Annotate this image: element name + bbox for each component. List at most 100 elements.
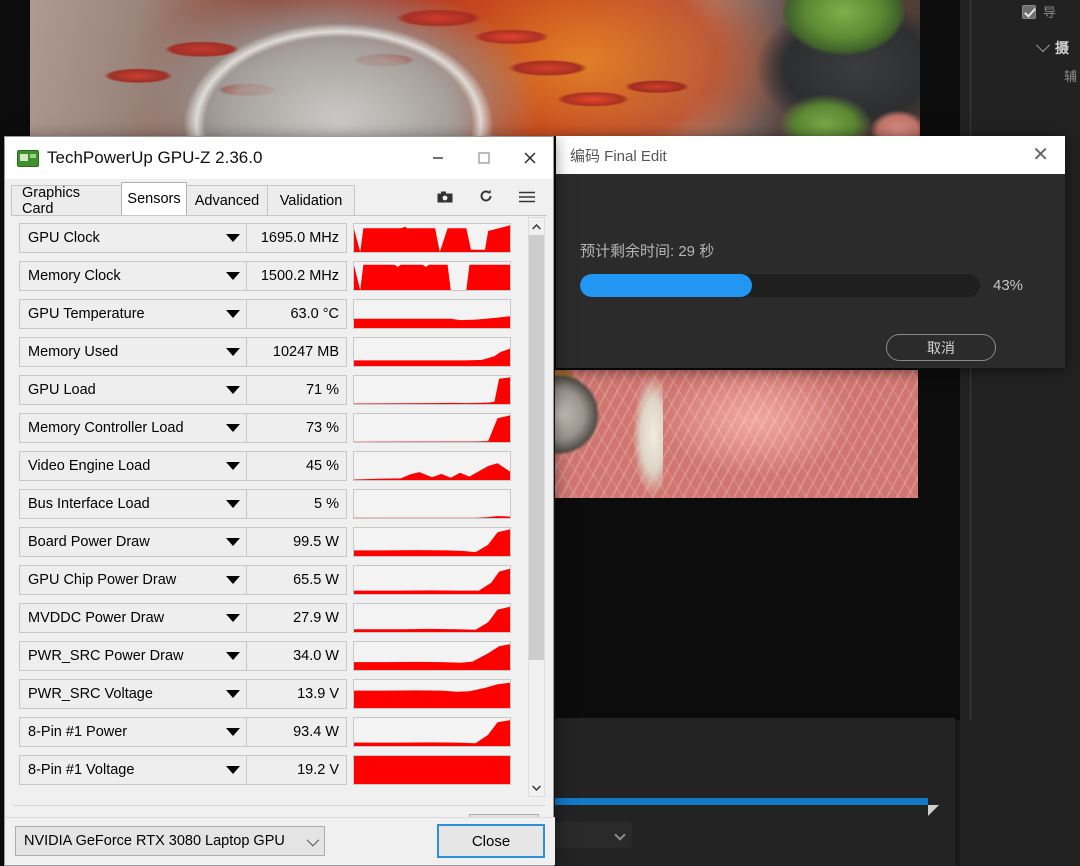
sensor-value: 34.0 W bbox=[247, 641, 347, 671]
sensor-value: 65.5 W bbox=[247, 565, 347, 595]
sensor-name-select[interactable]: Memory Clock bbox=[19, 261, 247, 291]
gpuz-titlebar: TechPowerUp GPU-Z 2.36.0 bbox=[5, 137, 553, 179]
sensor-value: 73 % bbox=[247, 413, 347, 443]
sensor-sparkline bbox=[353, 641, 511, 671]
tab-validation[interactable]: Validation bbox=[267, 185, 355, 215]
sensor-name-select[interactable]: GPU Chip Power Draw bbox=[19, 565, 247, 595]
sidebar-checkbox-export[interactable]: 导 bbox=[1022, 2, 1056, 21]
estimated-time-label: 预计剩余时间: 29 秒 bbox=[580, 243, 715, 260]
scroll-up-icon[interactable] bbox=[529, 218, 544, 235]
gpuz-tabbar: Graphics Card Sensors Advanced Validation bbox=[11, 182, 553, 217]
tab-label: Sensors bbox=[127, 191, 181, 207]
sensor-name-select[interactable]: MVDDC Power Draw bbox=[19, 603, 247, 633]
sensor-sparkline bbox=[353, 223, 511, 253]
close-icon[interactable] bbox=[507, 137, 553, 179]
sensor-sparkline bbox=[353, 261, 511, 291]
caret-down-icon bbox=[226, 500, 240, 508]
sensor-name-select[interactable]: Bus Interface Load bbox=[19, 489, 247, 519]
sensor-value: 1695.0 MHz bbox=[247, 223, 347, 253]
sensor-sparkline bbox=[353, 527, 511, 557]
scrollbar-thumb[interactable] bbox=[529, 235, 544, 660]
gpu-select[interactable]: NVIDIA GeForce RTX 3080 Laptop GPU bbox=[15, 826, 325, 856]
caret-down-icon bbox=[226, 348, 240, 356]
tab-sensors[interactable]: Sensors bbox=[121, 182, 187, 215]
sensor-value: 1500.2 MHz bbox=[247, 261, 347, 291]
sensor-name-select[interactable]: GPU Temperature bbox=[19, 299, 247, 329]
sensor-name-label: GPU Load bbox=[28, 382, 96, 398]
window-controls bbox=[415, 137, 553, 179]
close-button[interactable]: Close bbox=[437, 824, 545, 858]
sensor-row: Video Engine Load 45 % bbox=[19, 447, 531, 485]
camera-icon[interactable] bbox=[437, 190, 453, 208]
tab-label: Validation bbox=[279, 192, 343, 209]
caret-down-icon bbox=[226, 424, 240, 432]
sidebar-section-effects[interactable]: 摄 bbox=[1035, 38, 1069, 58]
sidebar-section-effects-sub-label: 辅 bbox=[1064, 69, 1078, 84]
sensor-name-select[interactable]: PWR_SRC Power Draw bbox=[19, 641, 247, 671]
sensor-sparkline bbox=[353, 375, 511, 405]
caret-down-icon bbox=[226, 690, 240, 698]
sensor-name-select[interactable]: Video Engine Load bbox=[19, 451, 247, 481]
sensor-name-label: 8-Pin #1 Power bbox=[28, 724, 128, 740]
caret-down-icon bbox=[226, 652, 240, 660]
caret-down-icon bbox=[226, 310, 240, 318]
encoding-dialog-title: 编码 Final Edit bbox=[570, 147, 667, 165]
sensor-value: 10247 MB bbox=[247, 337, 347, 367]
sensor-value: 63.0 °C bbox=[247, 299, 347, 329]
sensor-name-label: PWR_SRC Power Draw bbox=[28, 648, 184, 664]
sensor-name-select[interactable]: 8-Pin #1 Power bbox=[19, 717, 247, 747]
tab-underline bbox=[11, 215, 547, 216]
encode-progress-track bbox=[580, 274, 980, 297]
sensor-row: GPU Chip Power Draw 65.5 W bbox=[19, 561, 531, 599]
sensor-row: Bus Interface Load 5 % bbox=[19, 485, 531, 523]
cancel-button[interactable]: 取消 bbox=[886, 334, 996, 361]
monitor-zoom-select[interactable] bbox=[547, 822, 632, 848]
sensor-sparkline bbox=[353, 717, 511, 747]
caret-down-icon bbox=[226, 576, 240, 584]
sensor-value: 13.9 V bbox=[247, 679, 347, 709]
screen: 00:00:30:25 导 摄 辅 关键 VR 视 视频 bbox=[0, 0, 1080, 866]
sensors-scrollbar[interactable] bbox=[528, 217, 545, 797]
sensor-row: PWR_SRC Power Draw 34.0 W bbox=[19, 637, 531, 675]
close-button-label: Close bbox=[471, 832, 511, 850]
sensor-name-select[interactable]: Board Power Draw bbox=[19, 527, 247, 557]
playhead-handle-icon[interactable] bbox=[928, 805, 939, 816]
sensor-name-label: Board Power Draw bbox=[28, 534, 150, 550]
minimize-icon[interactable] bbox=[415, 137, 461, 179]
sensor-row: Board Power Draw 99.5 W bbox=[19, 523, 531, 561]
sensor-value: 27.9 W bbox=[247, 603, 347, 633]
sidebar-section-effects-sub: 辅 bbox=[1064, 66, 1077, 85]
close-icon[interactable]: ✕ bbox=[1026, 145, 1055, 165]
sensor-value: 19.2 V bbox=[247, 755, 347, 785]
sensor-name-label: MVDDC Power Draw bbox=[28, 610, 165, 626]
sensor-name-select[interactable]: Memory Used bbox=[19, 337, 247, 367]
sensor-sparkline bbox=[353, 451, 511, 481]
refresh-icon[interactable] bbox=[479, 189, 493, 208]
tab-advanced[interactable]: Advanced bbox=[185, 185, 269, 215]
sensor-name-label: GPU Chip Power Draw bbox=[28, 572, 177, 588]
sensor-sparkline bbox=[353, 603, 511, 633]
sensor-row: Memory Clock 1500.2 MHz bbox=[19, 257, 531, 295]
sensor-row: MVDDC Power Draw 27.9 W bbox=[19, 599, 531, 637]
sensor-row: GPU Load 71 % bbox=[19, 371, 531, 409]
sensor-name-select[interactable]: PWR_SRC Voltage bbox=[19, 679, 247, 709]
sensor-row: Memory Controller Load 73 % bbox=[19, 409, 531, 447]
gpuz-title: TechPowerUp GPU-Z 2.36.0 bbox=[47, 148, 263, 167]
sensor-sparkline bbox=[353, 679, 511, 709]
gpu-select-value: NVIDIA GeForce RTX 3080 Laptop GPU bbox=[24, 833, 285, 849]
sensor-sparkline bbox=[353, 337, 511, 367]
sensor-name-select[interactable]: 8-Pin #1 Voltage bbox=[19, 755, 247, 785]
sensor-row: GPU Clock 1695.0 MHz bbox=[19, 219, 531, 257]
maximize-icon[interactable] bbox=[461, 137, 507, 179]
sensor-name-select[interactable]: GPU Clock bbox=[19, 223, 247, 253]
sensor-name-select[interactable]: Memory Controller Load bbox=[19, 413, 247, 443]
caret-down-icon bbox=[226, 728, 240, 736]
menu-icon[interactable] bbox=[519, 190, 535, 208]
graphics-card-icon bbox=[17, 149, 39, 167]
sensor-row: PWR_SRC Voltage 13.9 V bbox=[19, 675, 531, 713]
sensor-name-select[interactable]: GPU Load bbox=[19, 375, 247, 405]
tab-graphics-card[interactable]: Graphics Card bbox=[11, 185, 123, 217]
gpuz-window: TechPowerUp GPU-Z 2.36.0 Graphics Card S… bbox=[4, 136, 555, 866]
program-scrubber-bar[interactable] bbox=[555, 798, 928, 805]
scroll-down-icon[interactable] bbox=[529, 779, 544, 796]
